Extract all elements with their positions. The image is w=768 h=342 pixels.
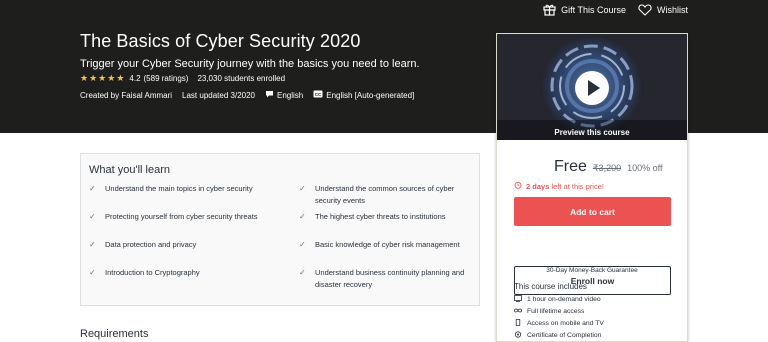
learn-item: ✓ Understand the common sources of cyber… (299, 183, 474, 206)
check-icon: ✓ (299, 240, 306, 249)
learn-item-text: Understand the common sources of cyber s… (315, 184, 455, 205)
check-icon: ✓ (89, 268, 96, 277)
purchase-card: Preview this course Free ₹3,200 100% off… (496, 33, 688, 342)
money-back-guarantee: 30-Day Money-Back Guarantee (546, 267, 638, 274)
svg-text:CC: CC (315, 92, 322, 97)
rating-row: ★ ★ ★ ★ ★ 4.2 (589 ratings) 23,030 stude… (80, 74, 286, 84)
include-item: Access on mobile and TV (514, 318, 604, 328)
check-icon: ✓ (89, 212, 96, 221)
gift-icon (543, 3, 556, 16)
star-icon: ★ (80, 73, 89, 83)
includes-title: This course includes (514, 282, 587, 291)
course-subtitle: Trigger your Cyber Security journey with… (80, 58, 420, 70)
speech-bubble-icon (265, 90, 274, 100)
star-half-icon: ★ (116, 73, 125, 83)
learn-title: What you'll learn (89, 164, 170, 176)
created-by[interactable]: Created by Faisal Ammari (80, 91, 172, 100)
learn-item-text: Basic knowledge of cyber risk management (315, 240, 460, 249)
star-icon: ★ (98, 73, 107, 83)
learn-item: ✓ Introduction to Cryptography (89, 267, 264, 279)
learn-item: ✓ Basic knowledge of cyber risk manageme… (299, 239, 474, 251)
check-icon: ✓ (299, 268, 306, 277)
check-icon: ✓ (89, 240, 96, 249)
video-icon (514, 295, 522, 304)
course-title: The Basics of Cyber Security 2020 (80, 31, 361, 51)
timer-text: left at this price! (551, 181, 604, 191)
learn-item-text: Protecting yourself from cyber security … (105, 212, 258, 221)
alarm-clock-icon (514, 181, 522, 191)
current-price: Free (554, 158, 587, 175)
discount-percent: 100% off (627, 163, 663, 173)
ratings-count-link[interactable]: (589 ratings) (144, 74, 189, 83)
price-timer: 2 days left at this price! (514, 181, 604, 191)
language-label: English (276, 90, 304, 100)
language-info: English (265, 90, 303, 100)
check-icon: ✓ (89, 184, 96, 193)
check-icon: ✓ (299, 212, 306, 221)
include-item: Certificate of Completion (514, 331, 601, 340)
star-icon: ★ (89, 73, 98, 83)
learn-item-text: The highest cyber threats to institution… (315, 212, 446, 221)
certificate-icon (514, 331, 522, 340)
learn-item: ✓ Protecting yourself from cyber securit… (89, 211, 264, 223)
gift-course-button[interactable]: Gift This Course (543, 3, 626, 16)
last-updated: Last updated 3/2020 (182, 90, 255, 100)
learn-item: ✓ Data protection and privacy (89, 239, 264, 251)
learn-item: ✓ Understand the main topics in cyber se… (89, 183, 264, 195)
infinity-icon (514, 307, 522, 316)
check-icon: ✓ (299, 184, 306, 193)
rating-value: 4.2 (129, 74, 141, 83)
price-row: Free ₹3,200 100% off (554, 158, 663, 176)
include-label: 1 hour on-demand video (527, 296, 601, 303)
learn-item-text: Understand the main topics in cyber secu… (105, 184, 253, 193)
closed-captions-icon: CC (313, 90, 323, 100)
course-page: Gift This Course Wishlist The Basics of … (0, 0, 768, 342)
learn-item-text: Understand business continuity planning … (315, 268, 465, 289)
include-label: Access on mobile and TV (527, 320, 604, 327)
original-price: ₹3,200 (592, 163, 622, 173)
wishlist-button[interactable]: Wishlist (638, 3, 688, 16)
play-button-icon[interactable] (574, 70, 610, 106)
include-label: Full lifetime access (527, 308, 585, 315)
add-to-cart-button[interactable]: Add to cart (514, 197, 671, 226)
rating-stars: ★ ★ ★ ★ ★ (80, 74, 124, 83)
meta-row: Created by Faisal Ammari Last updated 3/… (80, 90, 424, 100)
heart-icon (638, 3, 652, 16)
gift-course-label: Gift This Course (561, 4, 626, 15)
include-label: Certificate of Completion (527, 332, 602, 339)
learn-item: ✓ The highest cyber threats to instituti… (299, 211, 474, 223)
learn-item-text: Data protection and privacy (105, 240, 197, 249)
students-enrolled: 23,030 students enrolled (197, 74, 286, 83)
learn-item-text: Introduction to Cryptography (105, 268, 200, 277)
preview-label: Preview this course (554, 128, 630, 137)
include-item: 1 hour on-demand video (514, 295, 601, 304)
star-icon: ★ (107, 73, 116, 83)
what-youll-learn: What you'll learn ✓ Understand the main … (80, 153, 480, 306)
wishlist-label: Wishlist (657, 4, 688, 15)
learn-item: ✓ Understand business continuity plannin… (299, 267, 474, 290)
top-actions: Gift This Course Wishlist (543, 3, 688, 16)
captions-label: English [Auto-generated] (326, 90, 415, 100)
requirements-heading: Requirements (80, 328, 149, 340)
course-preview[interactable]: Preview this course (497, 34, 687, 140)
captions-info: CC English [Auto-generated] (313, 90, 414, 100)
mobile-icon (514, 318, 522, 328)
timer-days: 2 days (526, 181, 550, 191)
include-item: Full lifetime access (514, 307, 584, 316)
